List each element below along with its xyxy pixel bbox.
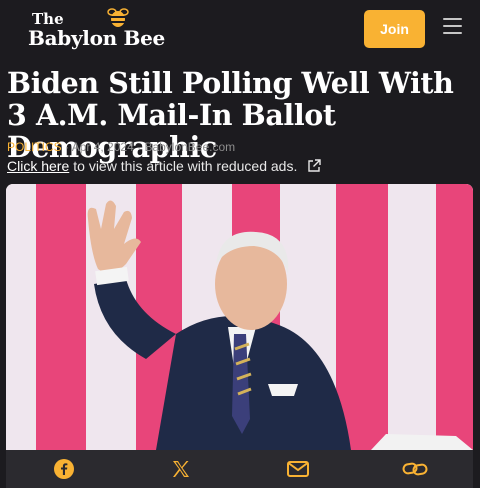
join-button[interactable]: Join xyxy=(364,10,425,48)
facebook-icon xyxy=(54,459,75,479)
category-link[interactable]: POLITICS xyxy=(7,140,62,154)
share-facebook-button[interactable] xyxy=(6,450,123,488)
reduced-ads-text: to view this article with reduced ads. xyxy=(73,158,298,174)
share-bar xyxy=(6,450,473,488)
email-icon xyxy=(286,461,309,477)
share-copy-link-button[interactable] xyxy=(356,450,473,488)
link-icon xyxy=(402,462,428,476)
share-email-button[interactable] xyxy=(240,450,357,488)
babylon-bee-logo[interactable]: The Babylon Bee xyxy=(28,6,168,52)
meta-separator: · xyxy=(65,140,72,154)
article-meta: POLITICS · Apr 4, 2024 · BabylonBee.com xyxy=(7,140,235,154)
external-link-icon[interactable] xyxy=(307,159,322,173)
article-hero-image xyxy=(6,184,473,450)
site-header: The Babylon Bee Join xyxy=(0,0,480,58)
article-date: Apr 4, 2024 xyxy=(71,140,134,154)
share-x-button[interactable] xyxy=(123,450,240,488)
hero-photo xyxy=(6,184,473,450)
hamburger-menu-icon[interactable] xyxy=(443,17,463,35)
x-icon xyxy=(173,461,190,477)
logo-name: Babylon Bee xyxy=(28,26,165,50)
reduced-ads-notice: Click here to view this article with red… xyxy=(7,158,322,174)
article-source: BabylonBee.com xyxy=(144,140,236,154)
reduced-ads-link[interactable]: Click here xyxy=(7,158,69,174)
